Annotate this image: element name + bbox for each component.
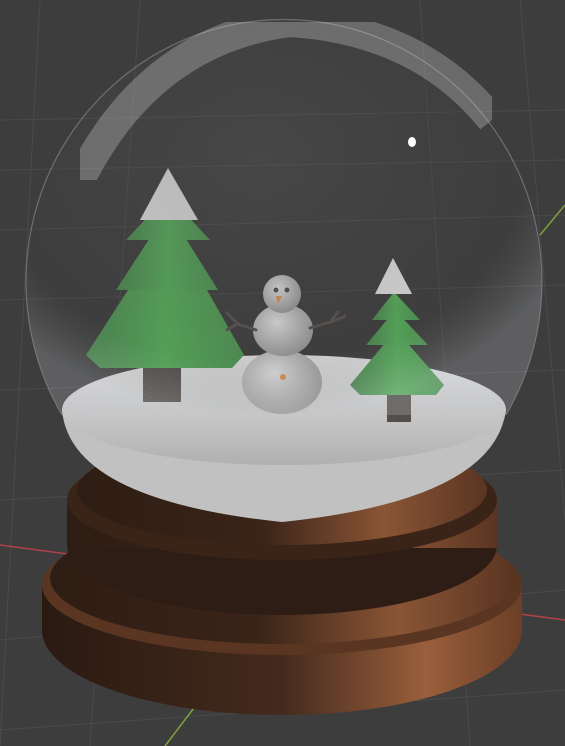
y-axis-line-upper <box>539 204 565 236</box>
snow-globe-render <box>0 0 565 746</box>
3d-viewport[interactable] <box>0 0 565 746</box>
light-reflection <box>408 137 416 147</box>
glass-globe <box>25 6 543 416</box>
